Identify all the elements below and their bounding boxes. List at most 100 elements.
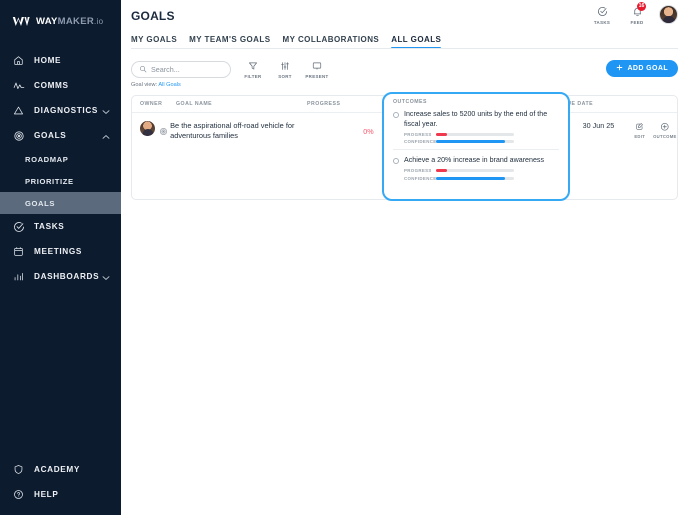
goal-view-link[interactable]: All Goals xyxy=(158,82,180,88)
column-header-goal-name: GOAL NAME xyxy=(176,101,213,107)
add-outcome-button-label: OUTCOME xyxy=(653,134,677,139)
edit-button-label: EDIT xyxy=(634,134,646,139)
sidebar-item-label-diagnostics: DIAGNOSTICS xyxy=(34,106,99,115)
confidence-bar xyxy=(436,176,514,180)
filter-button-label: FILTER xyxy=(244,73,262,79)
sidebar-subitem-label-roadmap: ROADMAP xyxy=(25,154,69,164)
goal-name-cell: Be the aspirational off-road vehicle for… xyxy=(168,121,335,199)
sidebar-item-label-help: HELP xyxy=(34,490,59,499)
outcome-confidence-meter: CONFIDENCE xyxy=(393,139,559,144)
confidence-bar-fill xyxy=(436,176,505,180)
column-header-owner: OWNER xyxy=(140,101,163,107)
confidence-bar-fill xyxy=(436,140,505,144)
outcome-item[interactable]: Achieve a 20% increase in brand awarenes… xyxy=(393,149,559,186)
owner-avatar[interactable] xyxy=(140,121,155,136)
avatar[interactable] xyxy=(659,5,678,24)
sidebar-item-label-dashboards: DASHBOARDS xyxy=(34,272,100,281)
sidebar-item-prioritize[interactable]: PRIORITIZE xyxy=(0,170,121,192)
edit-button[interactable]: EDIT xyxy=(634,121,645,199)
sidebar-item-roadmap[interactable]: ROADMAP xyxy=(0,148,121,170)
calendar-icon xyxy=(12,245,25,258)
chevron-down-icon[interactable] xyxy=(102,102,110,120)
progress-bar xyxy=(436,132,514,136)
tasks-button[interactable]: TASKS xyxy=(589,4,615,25)
bar-chart-icon xyxy=(12,270,25,283)
add-outcome-button[interactable]: OUTCOME xyxy=(653,121,677,199)
filter-icon xyxy=(248,60,258,72)
sidebar-item-label-tasks: TASKS xyxy=(34,222,65,231)
search-icon xyxy=(139,60,147,78)
sidebar-item-meetings[interactable]: MEETINGS xyxy=(0,239,121,264)
chevron-down-icon-dashboards[interactable] xyxy=(102,268,110,286)
home-icon xyxy=(12,54,25,67)
brand-part-2: MAKER xyxy=(57,15,95,27)
confidence-bar xyxy=(436,140,514,144)
progress-cell: 0% xyxy=(335,121,385,199)
brand-part-3: .io xyxy=(94,16,104,26)
present-button[interactable]: PRESENT xyxy=(305,60,328,79)
sidebar-item-goals-sub[interactable]: GOALS xyxy=(0,192,121,214)
add-goal-label: ADD GOAL xyxy=(627,65,668,72)
tab-my-collaborations[interactable]: MY COLLABORATIONS xyxy=(283,35,380,49)
outcome-header: Increase sales to 5200 units by the end … xyxy=(393,110,559,129)
confidence-label: CONFIDENCE xyxy=(404,139,437,145)
tasks-button-label: TASKS xyxy=(593,19,611,25)
confidence-label: CONFIDENCE xyxy=(404,175,437,181)
sort-icon xyxy=(280,60,290,72)
page-header: GOALS TASKS 16 FEED xyxy=(121,0,688,30)
brand-logo[interactable]: WAYMAKER.io xyxy=(0,0,121,32)
sidebar-bottom-nav: ACADEMY HELP xyxy=(0,457,121,507)
tab-my-goals[interactable]: MY GOALS xyxy=(131,35,177,49)
outcome-item[interactable]: Increase sales to 5200 units by the end … xyxy=(393,110,559,149)
sidebar-nav: HOME COMMS DIAGNOSTICS GOALS ROADMAP PRI… xyxy=(0,48,121,289)
toolbar: FILTER SORT xyxy=(121,49,688,79)
row-actions: EDIT OUTCOME xyxy=(634,121,677,199)
sidebar-item-home[interactable]: HOME xyxy=(0,48,121,73)
sidebar-item-diagnostics[interactable]: DIAGNOSTICS xyxy=(0,98,121,123)
sort-button[interactable]: SORT xyxy=(274,60,296,79)
progress-label: PROGRESS xyxy=(404,131,432,137)
sidebar-item-label-academy: ACADEMY xyxy=(34,465,80,474)
plus-icon xyxy=(616,64,623,73)
sidebar-item-label-meetings: MEETINGS xyxy=(34,247,82,256)
feed-button-label: FEED xyxy=(630,19,644,25)
progress-bar-fill xyxy=(436,169,447,173)
sort-button-label: SORT xyxy=(278,73,292,79)
tab-my-teams-goals[interactable]: MY TEAM'S GOALS xyxy=(189,35,270,49)
sidebar: WAYMAKER.io HOME COMMS DIAGNOSTICS GOALS… xyxy=(0,0,121,515)
add-goal-button[interactable]: ADD GOAL xyxy=(606,60,678,77)
column-header-progress: PROGRESS xyxy=(307,101,341,107)
chevron-up-icon[interactable] xyxy=(102,127,110,145)
app-root: WAYMAKER.io HOME COMMS DIAGNOSTICS GOALS… xyxy=(0,0,688,515)
filter-button[interactable]: FILTER xyxy=(242,60,264,79)
search-box[interactable] xyxy=(131,60,231,78)
feed-button[interactable]: 16 FEED xyxy=(624,2,650,25)
outcome-progress-meter: PROGRESS xyxy=(393,168,559,173)
sidebar-item-goals[interactable]: GOALS xyxy=(0,123,121,148)
pulse-icon xyxy=(12,79,25,92)
outcome-progress-meter: PROGRESS xyxy=(393,132,559,137)
progress-percent: 0% xyxy=(363,127,374,136)
sidebar-subitem-label-goals: GOALS xyxy=(25,198,56,208)
outcome-radio-icon[interactable] xyxy=(393,111,399,118)
sidebar-item-comms[interactable]: COMMS xyxy=(0,73,121,98)
header-actions: TASKS 16 FEED xyxy=(589,2,678,25)
target-icon-goal xyxy=(159,123,168,141)
outcomes-column-highlight[interactable]: OUTCOMES Increase sales to 5200 units by… xyxy=(382,92,570,201)
sidebar-item-academy[interactable]: ACADEMY xyxy=(0,457,121,482)
check-circle-icon-tasks xyxy=(597,4,608,18)
sidebar-item-help[interactable]: HELP xyxy=(0,482,121,507)
sidebar-item-tasks[interactable]: TASKS xyxy=(0,214,121,239)
sidebar-subitem-label-prioritize: PRIORITIZE xyxy=(25,176,74,186)
progress-bar xyxy=(436,169,514,173)
edit-icon xyxy=(635,121,644,132)
goal-view-prefix: Goal view: xyxy=(131,82,158,88)
search-input[interactable] xyxy=(151,64,223,74)
outcome-confidence-meter: CONFIDENCE xyxy=(393,176,559,181)
sidebar-item-dashboards[interactable]: DASHBOARDS xyxy=(0,264,121,289)
goal-name-text[interactable]: Be the aspirational off-road vehicle for… xyxy=(170,121,331,141)
column-header-outcomes: OUTCOMES xyxy=(393,99,427,105)
toolbar-buttons: FILTER SORT PRESENT xyxy=(242,60,328,79)
outcome-radio-icon[interactable] xyxy=(393,157,399,164)
tab-all-goals[interactable]: ALL GOALS xyxy=(391,35,442,49)
